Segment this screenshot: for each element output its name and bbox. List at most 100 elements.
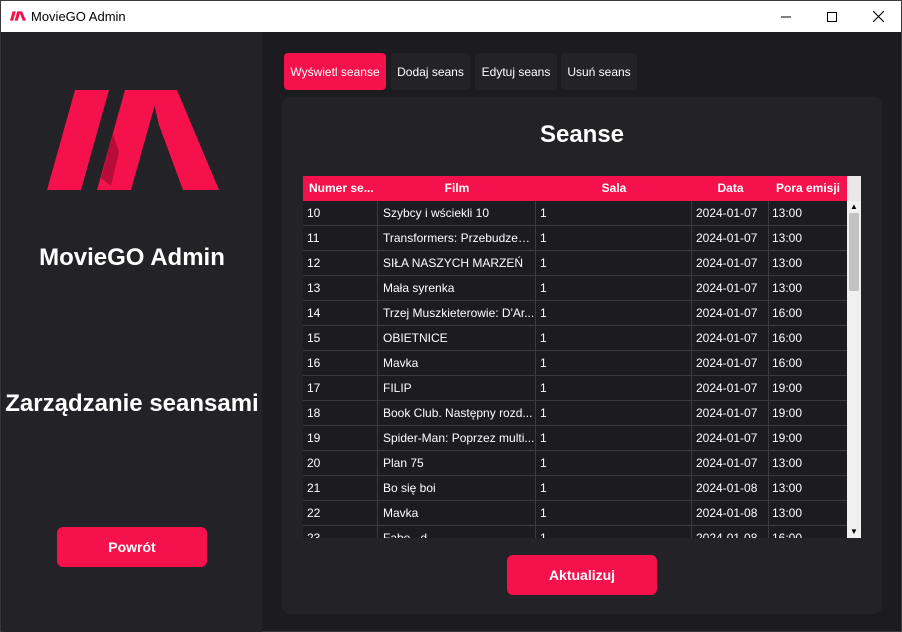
table-cell[interactable]: 1 xyxy=(536,451,692,475)
table-row[interactable]: 11 Transformers: Przebudzeni... 1 2024-01-0… xyxy=(303,226,847,251)
table-cell[interactable]: Mavka xyxy=(378,501,536,525)
table-cell[interactable]: 1 xyxy=(536,351,692,375)
table-cell[interactable]: SIŁA NASZYCH MARZEŃ xyxy=(378,251,536,275)
table-row[interactable]: 20 Plan 75 1 2024-01-07 13:00 xyxy=(303,451,847,476)
table-cell[interactable]: 2024-01-08 xyxy=(692,476,769,500)
table-cell[interactable]: 13:00 xyxy=(769,201,847,225)
table-cell[interactable]: 19:00 xyxy=(769,426,847,450)
table-cell[interactable]: 11 xyxy=(303,226,378,250)
table-cell[interactable]: 13:00 xyxy=(769,476,847,500)
table-cell[interactable]: 2024-01-07 xyxy=(692,226,769,250)
table-cell[interactable]: Spider-Man: Poprzez multi... xyxy=(378,426,536,450)
table-cell[interactable]: 16 xyxy=(303,351,378,375)
table-cell[interactable]: Mavka xyxy=(378,351,536,375)
table-cell[interactable]: 19:00 xyxy=(769,401,847,425)
table-cell[interactable]: 1 xyxy=(536,226,692,250)
table-cell[interactable]: 2024-01-07 xyxy=(692,301,769,325)
table-cell[interactable]: 18 xyxy=(303,401,378,425)
table-cell[interactable]: 2024-01-07 xyxy=(692,376,769,400)
table-cell[interactable]: 13 xyxy=(303,276,378,300)
table-row[interactable]: 18 Book Club. Następny rozd... 1 2024-01-07… xyxy=(303,401,847,426)
table-cell[interactable]: 15 xyxy=(303,326,378,350)
scroll-thumb[interactable] xyxy=(849,213,859,291)
table-cell[interactable]: Szybcy i wściekli 10 xyxy=(378,201,536,225)
table-cell[interactable]: 1 xyxy=(536,501,692,525)
table-cell[interactable]: 1 xyxy=(536,376,692,400)
close-button[interactable] xyxy=(855,1,901,32)
table-cell[interactable]: 12 xyxy=(303,251,378,275)
table-cell[interactable]: 1 xyxy=(536,201,692,225)
table-cell[interactable]: Bo się boi xyxy=(378,476,536,500)
table-cell[interactable]: 1 xyxy=(536,476,692,500)
table-cell[interactable]: 2024-01-08 xyxy=(692,526,769,538)
table-cell[interactable]: 1 xyxy=(536,526,692,538)
maximize-button[interactable] xyxy=(809,1,855,32)
table-cell[interactable]: 2024-01-07 xyxy=(692,401,769,425)
tab-add-session[interactable]: Dodaj seans xyxy=(391,53,470,90)
table-row[interactable]: 22 Mavka 1 2024-01-08 13:00 xyxy=(303,501,847,526)
back-button[interactable]: Powrót xyxy=(57,527,207,567)
table-cell[interactable]: Fabe...d... xyxy=(378,526,536,538)
minimize-button[interactable] xyxy=(763,1,809,32)
table-cell[interactable]: Trzej Muszkieterowie: D'Ar... xyxy=(378,301,536,325)
vertical-scrollbar[interactable]: ▲ ▼ xyxy=(847,201,861,538)
column-header-date[interactable]: Data xyxy=(692,176,769,201)
table-cell[interactable]: 17 xyxy=(303,376,378,400)
table-cell[interactable]: 16:00 xyxy=(769,351,847,375)
table-cell[interactable]: 2024-01-08 xyxy=(692,501,769,525)
update-button[interactable]: Aktualizuj xyxy=(507,555,657,595)
table-cell[interactable]: 2024-01-07 xyxy=(692,351,769,375)
table-cell[interactable]: 1 xyxy=(536,426,692,450)
column-header-number[interactable]: Numer se... xyxy=(303,176,378,201)
table-cell[interactable]: 2024-01-07 xyxy=(692,251,769,275)
column-header-film[interactable]: Film xyxy=(378,176,536,201)
table-row[interactable]: 17 FILIP 1 2024-01-07 19:00 xyxy=(303,376,847,401)
table-cell[interactable]: 19 xyxy=(303,426,378,450)
scroll-down-icon[interactable]: ▼ xyxy=(847,526,861,538)
table-cell[interactable]: Mała syrenka xyxy=(378,276,536,300)
table-cell[interactable]: 14 xyxy=(303,301,378,325)
table-cell[interactable]: FILIP xyxy=(378,376,536,400)
table-row[interactable]: 12 SIŁA NASZYCH MARZEŃ 1 2024-01-07 13:00 xyxy=(303,251,847,276)
table-cell[interactable]: 2024-01-07 xyxy=(692,201,769,225)
table-row[interactable]: 16 Mavka 1 2024-01-07 16:00 xyxy=(303,351,847,376)
table-cell[interactable]: 13:00 xyxy=(769,451,847,475)
table-cell[interactable]: 13:00 xyxy=(769,276,847,300)
table-row[interactable]: 13 Mała syrenka 1 2024-01-07 13:00 xyxy=(303,276,847,301)
table-cell[interactable]: OBIETNICE xyxy=(378,326,536,350)
table-cell[interactable]: 13:00 xyxy=(769,226,847,250)
table-cell[interactable]: 10 xyxy=(303,201,378,225)
table-cell[interactable]: 16:00 xyxy=(769,526,847,538)
table-row[interactable]: 14 Trzej Muszkieterowie: D'Ar... 1 2024-01-… xyxy=(303,301,847,326)
table-cell[interactable]: 1 xyxy=(536,251,692,275)
table-cell[interactable]: 13:00 xyxy=(769,251,847,275)
table-cell[interactable]: 19:00 xyxy=(769,376,847,400)
column-header-time[interactable]: Pora emisji xyxy=(769,176,847,201)
table-cell[interactable]: 2024-01-07 xyxy=(692,426,769,450)
table-cell[interactable]: 16:00 xyxy=(769,326,847,350)
table-cell[interactable]: 2024-01-07 xyxy=(692,276,769,300)
table-row[interactable]: 23 Fabe...d... 1 2024-01-08 16:00 xyxy=(303,526,847,538)
column-header-hall[interactable]: Sala xyxy=(536,176,692,201)
table-cell[interactable]: 2024-01-07 xyxy=(692,451,769,475)
table-cell[interactable]: 22 xyxy=(303,501,378,525)
table-cell[interactable]: 1 xyxy=(536,326,692,350)
table-cell[interactable]: 1 xyxy=(536,401,692,425)
table-row[interactable]: 10 Szybcy i wściekli 10 1 2024-01-07 13:00 xyxy=(303,201,847,226)
table-cell[interactable]: Transformers: Przebudzeni... xyxy=(378,226,536,250)
table-cell[interactable]: 1 xyxy=(536,276,692,300)
tab-edit-session[interactable]: Edytuj seans xyxy=(475,53,557,90)
tab-delete-session[interactable]: Usuń seans xyxy=(561,53,637,90)
sessions-table[interactable]: Numer se... Film Sala Data Pora emisji 1… xyxy=(303,176,861,538)
scroll-up-icon[interactable]: ▲ xyxy=(847,201,861,213)
table-cell[interactable]: 16:00 xyxy=(769,301,847,325)
table-cell[interactable]: 23 xyxy=(303,526,378,538)
table-cell[interactable]: Plan 75 xyxy=(378,451,536,475)
table-cell[interactable]: 2024-01-07 xyxy=(692,326,769,350)
table-cell[interactable]: 20 xyxy=(303,451,378,475)
table-cell[interactable]: 13:00 xyxy=(769,501,847,525)
tab-view-sessions[interactable]: Wyświetl seanse xyxy=(284,53,386,90)
table-cell[interactable]: 1 xyxy=(536,301,692,325)
table-cell[interactable]: Book Club. Następny rozd... xyxy=(378,401,536,425)
table-row[interactable]: 19 Spider-Man: Poprzez multi... 1 2024-01-0… xyxy=(303,426,847,451)
